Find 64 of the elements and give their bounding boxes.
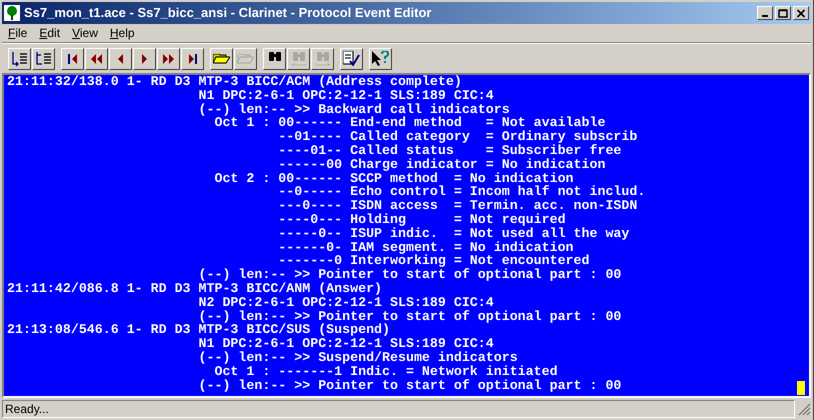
log-line: Oct 1 : 00------ End-end method = Not available: [214, 116, 606, 130]
toolbar-button[interactable]: [210, 48, 233, 70]
toolbar-button[interactable]: [157, 48, 180, 70]
log-line: ----01-- Called status = Subscriber free: [277, 144, 622, 158]
folder-icon: [237, 54, 254, 64]
log-line: (--) len:-- >> Suspend/Resume indicators: [198, 350, 518, 365]
log-line: -------0 Interworking = Not encountered: [278, 254, 590, 268]
binoculars-icon: [316, 52, 330, 66]
status-text: Ready...: [5, 401, 49, 418]
log-line: N2 DPC:2-6-1 OPC:2-12-1 SLS:189 CIC:4: [198, 296, 494, 310]
log-line: --0----- Echo control = Incom half not includ.: [277, 185, 646, 200]
toolbar-button[interactable]: [263, 48, 286, 70]
resize-grip-icon: [797, 402, 811, 416]
rewind-icon: [91, 54, 102, 64]
toolbar-button[interactable]: [181, 48, 204, 70]
pointer-help-icon: [372, 50, 389, 66]
log-line: (--) len:-- >> Pointer to start of optional part : 00: [198, 310, 622, 324]
list-expand-icon: [12, 50, 28, 66]
toolbar-button[interactable]: [8, 48, 31, 70]
log-line: N1 DPC:2-6-1 OPC:2-12-1 SLS:189 CIC:4: [198, 88, 494, 103]
folder-icon: [213, 54, 230, 64]
menu-item[interactable]: Edit: [33, 24, 66, 42]
log-line: N1 DPC:2-6-1 OPC:2-12-1 SLS:189 CIC:4: [198, 337, 494, 351]
log-line: -----0-- ISUP indic. = Not used all the way: [277, 226, 630, 241]
log-line: ------0- IAM segment. = No indication: [277, 240, 574, 254]
menu-item[interactable]: View: [66, 24, 104, 42]
toolbar-button[interactable]: [109, 48, 132, 70]
maximize-icon: [778, 8, 788, 18]
maximize-button[interactable]: [775, 6, 791, 20]
log-line: Oct 1 : -------1 Indic. = Network initiated: [214, 364, 558, 379]
play-icon: [142, 54, 147, 64]
toolbar-button[interactable]: [61, 48, 84, 70]
close-icon: [796, 8, 806, 18]
log-line: (--) len:-- >> Pointer to start of optional part : 00: [198, 378, 622, 392]
list-collapse-icon: [36, 50, 52, 66]
toolbar-button[interactable]: [340, 48, 363, 70]
text-cursor: [797, 381, 805, 395]
log-line: 21:13:08/546.6 1- RD D3 MTP-3 BICC/SUS (Suspend): [7, 323, 390, 338]
tree-icon: [4, 5, 20, 21]
skip-forward-icon: [188, 54, 196, 64]
menu-item[interactable]: Help: [104, 24, 141, 42]
log-line: ------00 Charge indicator = No indication: [277, 158, 606, 172]
log-line: ----0--- Holding = Not required: [277, 212, 566, 227]
play-back-icon: [118, 54, 123, 64]
log-line: (--) len:-- >> Pointer to start of optional part : 00: [198, 268, 622, 282]
document-check-icon: [343, 51, 360, 66]
log-line: --01---- Called category = Ordinary subscrib: [277, 130, 638, 144]
fast-forward-icon: [163, 54, 174, 64]
toolbar-button[interactable]: [369, 48, 392, 70]
log-line: (--) len:-- >> Backward call indicators: [198, 102, 510, 116]
skip-back-icon: [68, 54, 77, 64]
close-button[interactable]: [793, 6, 809, 20]
toolbar-button[interactable]: [133, 48, 156, 70]
minimize-icon: [762, 14, 768, 16]
log-line: ---0---- ISDN access = Termin. acc. non-ISDN: [277, 199, 638, 213]
menu-item[interactable]: File: [2, 24, 34, 42]
log-line: Oct 2 : 00------ SCCP method = No indication: [213, 172, 574, 186]
minimize-button[interactable]: [757, 6, 773, 20]
window-title: Ss7_mon_t1.ace - Ss7_bicc_ansi - Clarinet - Protocol Event Editor: [24, 4, 432, 22]
binoculars-icon: [292, 52, 306, 66]
log-line: 21:11:32/138.0 1- RD D3 MTP-3 BICC/ACM (Address complete): [7, 75, 462, 89]
log-line: 21:11:42/086.8 1- RD D3 MTP-3 BICC/ANM (Answer): [7, 282, 382, 296]
toolbar-button[interactable]: [32, 48, 55, 70]
toolbar-button[interactable]: [85, 48, 108, 70]
